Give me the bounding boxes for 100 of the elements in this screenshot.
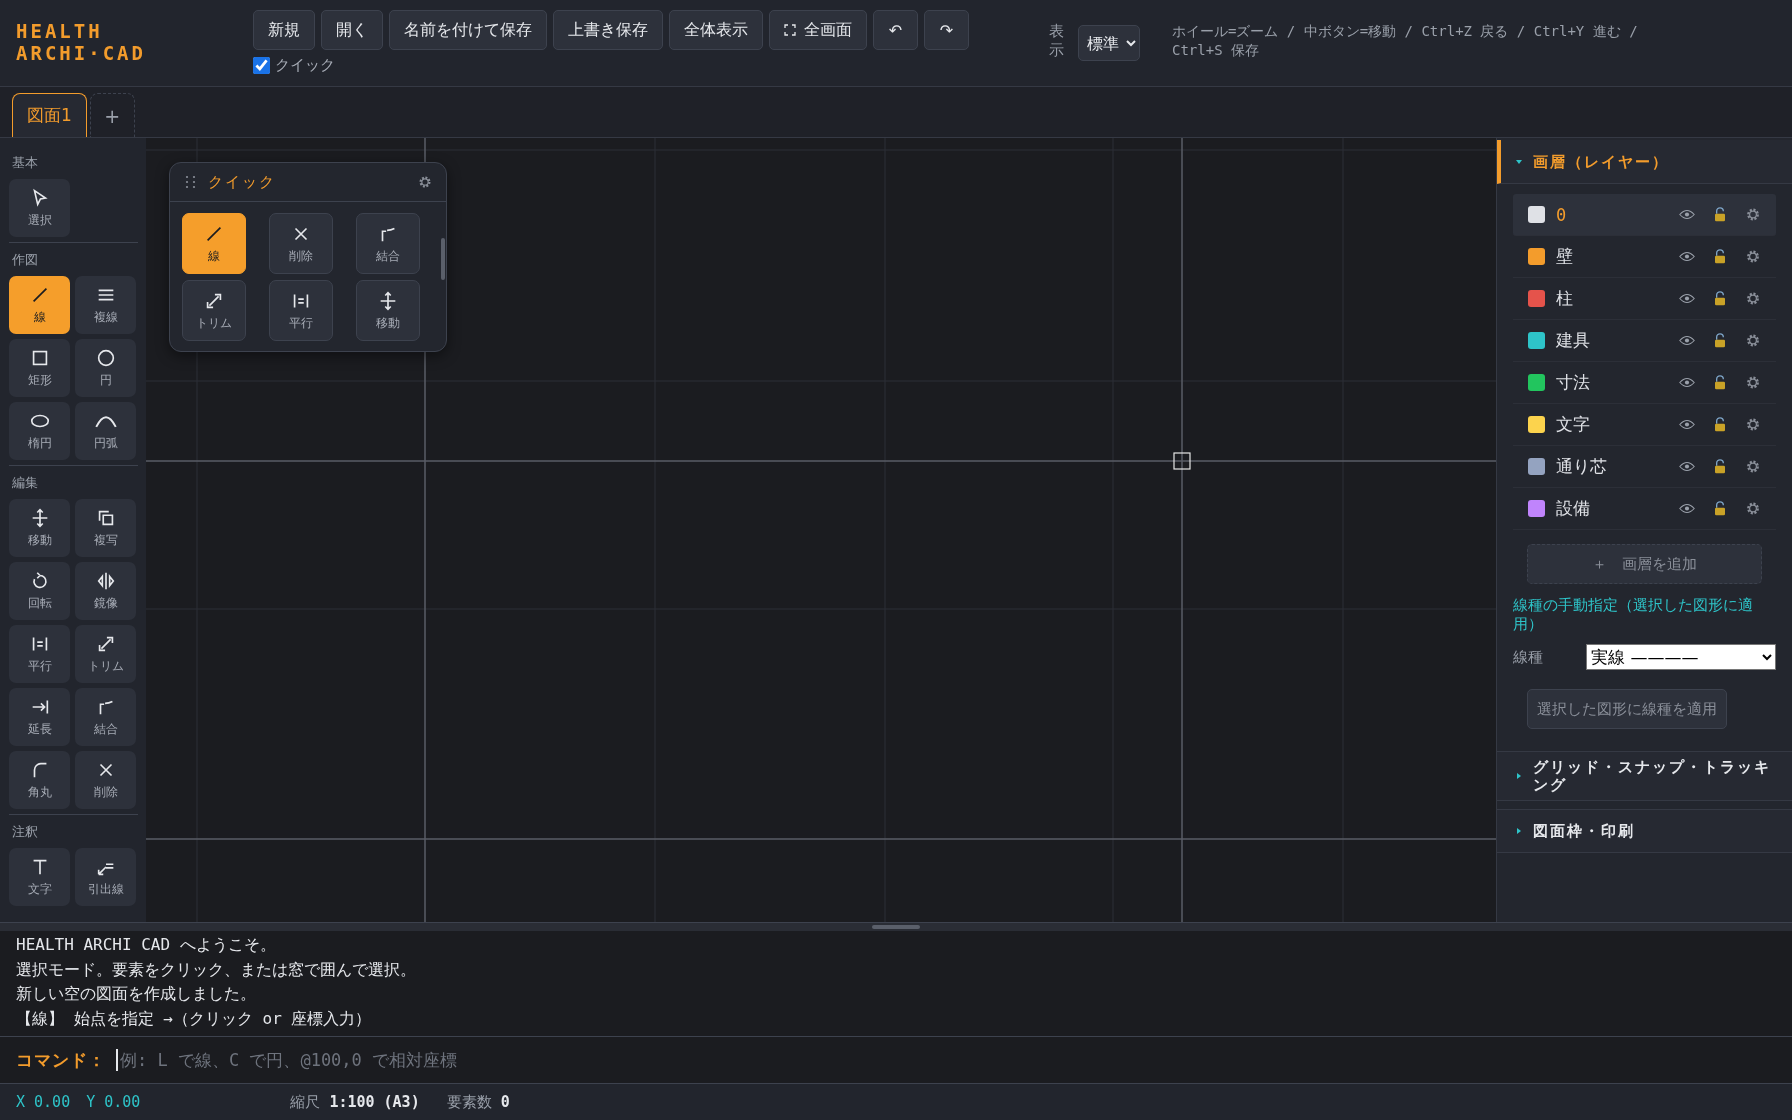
layer-row[interactable]: 設備 (1513, 488, 1776, 530)
layer-color-swatch[interactable] (1528, 416, 1545, 433)
layer-name: 0 (1556, 204, 1568, 225)
tool-button[interactable]: 選択 (9, 179, 70, 237)
padlock-icon[interactable] (1712, 291, 1728, 306)
layer-color-swatch[interactable] (1528, 374, 1545, 391)
tool-button[interactable]: 削除 (75, 751, 136, 809)
padlock-icon[interactable] (1712, 417, 1728, 432)
section-header[interactable]: グリッド・スナップ・トラッキング (1497, 751, 1792, 801)
layer-row[interactable]: 壁 (1513, 236, 1776, 278)
tool-button[interactable]: 角丸 (9, 751, 70, 809)
toolbar-button[interactable]: ↶ (873, 10, 918, 50)
arc-icon (94, 415, 117, 428)
eye-icon[interactable] (1679, 291, 1695, 306)
layer-row[interactable]: 寸法 (1513, 362, 1776, 404)
tool-button[interactable]: トリム (75, 625, 136, 683)
drawing-tab[interactable]: 図面1 (12, 93, 87, 137)
padlock-icon[interactable] (1712, 501, 1728, 516)
add-tab-button[interactable]: + (89, 93, 135, 137)
eye-icon[interactable] (1679, 375, 1695, 390)
layer-name: 建具 (1556, 329, 1591, 352)
eye-icon[interactable] (1679, 333, 1695, 348)
section-title: 編集 (12, 474, 39, 492)
layer-color-swatch[interactable] (1528, 332, 1545, 349)
toolbar-button[interactable]: ↷ (924, 10, 969, 50)
tool-button[interactable]: 結合 (356, 213, 420, 274)
resize-handle[interactable] (872, 925, 920, 929)
linetype-heading: 線種の手動指定（選択した図形に適用） (1513, 596, 1754, 634)
add-layer-button[interactable]: ＋ 画層を追加 (1527, 544, 1762, 584)
command-input[interactable]: 例: L で線、C で円、@100,0 で相対座標 (116, 1049, 1792, 1071)
padlock-icon[interactable] (1712, 207, 1728, 222)
app-logo: HEALTH ARCHI·CAD (16, 20, 147, 64)
layer-row[interactable]: 通り芯 (1513, 446, 1776, 488)
layer-color-swatch[interactable] (1528, 248, 1545, 265)
settings-icon[interactable] (1745, 501, 1761, 516)
settings-icon[interactable] (1745, 375, 1761, 390)
eye-icon[interactable] (1679, 207, 1695, 222)
padlock-icon[interactable] (1712, 333, 1728, 348)
layer-row[interactable]: 柱 (1513, 278, 1776, 320)
y-coordinate: Y 0.00 (86, 1093, 141, 1111)
settings-icon[interactable] (1745, 291, 1761, 306)
panel-title: 画層（レイヤー） (1533, 152, 1669, 171)
toolbar-button[interactable]: 名前を付けて保存 (389, 10, 547, 50)
eye-icon[interactable] (1679, 417, 1695, 432)
tool-button[interactable]: 移動 (356, 280, 420, 341)
settings-icon[interactable] (1745, 459, 1761, 474)
tool-button[interactable]: 鏡像 (75, 562, 136, 620)
padlock-icon[interactable] (1712, 375, 1728, 390)
view-select[interactable]: 標準 (1078, 25, 1140, 61)
tool-button[interactable]: トリム (182, 280, 246, 341)
element-count-label: 要素数 (446, 1092, 492, 1112)
eye-icon[interactable] (1679, 459, 1695, 474)
layers-header[interactable]: 画層（レイヤー） (1497, 140, 1792, 184)
settings-icon[interactable] (1745, 249, 1761, 264)
padlock-icon[interactable] (1712, 249, 1728, 264)
tool-button[interactable]: 楕円 (9, 402, 70, 460)
tool-button[interactable]: 移動 (9, 499, 70, 557)
scrollbar[interactable] (441, 238, 445, 280)
layer-row[interactable]: 0 (1513, 194, 1776, 236)
linetype-label: 線種 (1513, 647, 1544, 667)
log-line: HEALTH ARCHI CAD へようこそ。 (16, 934, 277, 956)
tool-button[interactable]: 矩形 (9, 339, 70, 397)
layer-color-swatch[interactable] (1528, 458, 1545, 475)
linetype-select[interactable]: 実線 ———— (1586, 644, 1776, 670)
toolbar-button[interactable]: 上書き保存 (553, 10, 663, 50)
layer-row[interactable]: 文字 (1513, 404, 1776, 446)
settings-icon[interactable] (418, 175, 432, 189)
tool-button[interactable]: 結合 (75, 688, 136, 746)
tool-button[interactable]: 引出線 (75, 848, 136, 906)
panel-title: グリッド・スナップ・トラッキング (1533, 758, 1772, 794)
settings-icon[interactable] (1745, 417, 1761, 432)
section-header[interactable]: 図面枠・印刷 (1497, 809, 1792, 853)
toolbar-button[interactable]: 開く (321, 10, 383, 50)
tool-button[interactable]: 回転 (9, 562, 70, 620)
tool-button[interactable]: 複写 (75, 499, 136, 557)
padlock-icon[interactable] (1712, 459, 1728, 474)
tool-button[interactable]: 削除 (269, 213, 333, 274)
tool-button[interactable]: 線 (9, 276, 70, 334)
tool-button[interactable]: 円 (75, 339, 136, 397)
scale-value: 1:100 (A3) (329, 1093, 420, 1111)
layer-row[interactable]: 建具 (1513, 320, 1776, 362)
settings-icon[interactable] (1745, 207, 1761, 222)
layer-color-swatch[interactable] (1528, 206, 1545, 223)
layer-color-swatch[interactable] (1528, 500, 1545, 517)
layer-color-swatch[interactable] (1528, 290, 1545, 307)
tool-button[interactable]: 平行 (9, 625, 70, 683)
settings-icon[interactable] (1745, 333, 1761, 348)
tool-button[interactable]: 線 (182, 213, 246, 274)
toolbar-button[interactable]: 全画面 (769, 10, 867, 50)
quick-checkbox[interactable] (253, 57, 270, 74)
toolbar-button[interactable]: 全体表示 (669, 10, 763, 50)
eye-icon[interactable] (1679, 501, 1695, 516)
tool-button[interactable]: 平行 (269, 280, 333, 341)
tool-button[interactable]: 円弧 (75, 402, 136, 460)
tool-button[interactable]: 延長 (9, 688, 70, 746)
drag-handle-icon[interactable] (184, 175, 198, 189)
eye-icon[interactable] (1679, 249, 1695, 264)
tool-button[interactable]: 文字 (9, 848, 70, 906)
toolbar-button[interactable]: 新規 (253, 10, 315, 50)
tool-button[interactable]: 複線 (75, 276, 136, 334)
